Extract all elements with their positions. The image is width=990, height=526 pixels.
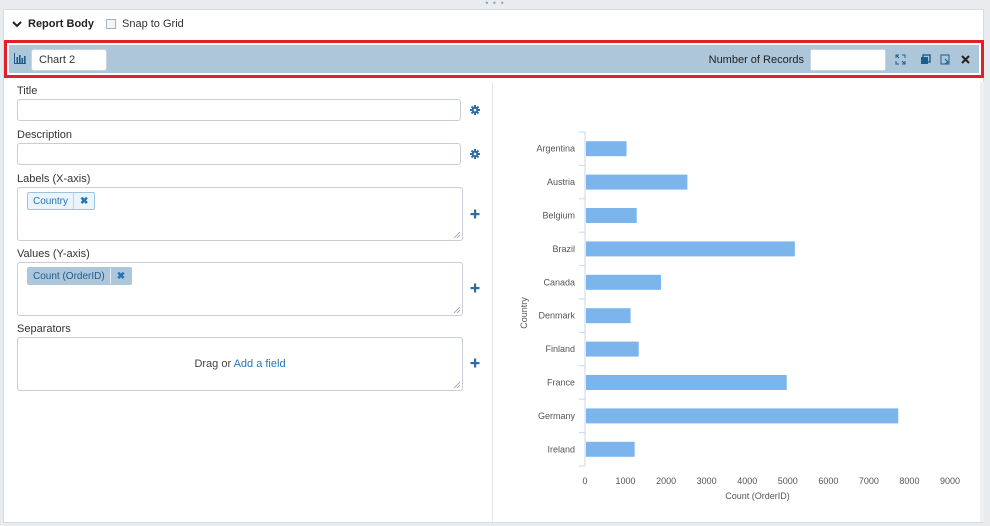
chart-preview: Argentina Austria Belgium Brazil Canada Denma… bbox=[501, 130, 979, 510]
separators-dropzone[interactable]: Drag or Add a field bbox=[17, 337, 463, 391]
resize-grip-icon[interactable] bbox=[453, 381, 460, 388]
chart-toolbar: Number of Records bbox=[4, 40, 984, 78]
drag-hint-text: Drag or bbox=[194, 358, 232, 370]
y-tick-label: Brazil bbox=[552, 244, 575, 254]
plus-icon[interactable] bbox=[470, 358, 480, 368]
bar-chart: Argentina Austria Belgium Brazil Canada Denma… bbox=[519, 131, 960, 501]
y-tick-label: France bbox=[547, 378, 575, 388]
plus-icon[interactable] bbox=[470, 209, 480, 219]
drag-hint: Drag or Add a field bbox=[18, 358, 462, 370]
description-label: Description bbox=[17, 129, 73, 141]
chart-toolbar-bar: Number of Records bbox=[9, 45, 979, 73]
title-label: Title bbox=[17, 85, 38, 97]
description-input[interactable] bbox=[17, 143, 461, 165]
field-pill-country[interactable]: Country ✖ bbox=[27, 192, 96, 210]
bar bbox=[586, 375, 787, 390]
x-tick-label: 1000 bbox=[616, 476, 636, 486]
x-tick-label: 6000 bbox=[818, 476, 838, 486]
report-body-panel: Report Body Snap to Grid Number of Recor… bbox=[3, 9, 984, 523]
chevron-down-icon[interactable] bbox=[12, 19, 22, 29]
snap-to-grid-label[interactable]: Snap to Grid bbox=[122, 18, 184, 30]
field-pill-label: Country bbox=[33, 195, 69, 207]
number-of-records-label: Number of Records bbox=[708, 54, 804, 66]
plus-icon[interactable] bbox=[470, 283, 480, 293]
bar bbox=[586, 274, 662, 290]
x-tick-label: 4000 bbox=[737, 476, 757, 486]
x-axis-title: Count (OrderID) bbox=[725, 491, 790, 501]
snap-to-grid-checkbox[interactable] bbox=[106, 19, 116, 29]
x-tick-label: 7000 bbox=[859, 476, 879, 486]
bar bbox=[586, 141, 627, 157]
resize-grip-icon[interactable] bbox=[453, 231, 460, 238]
remove-icon[interactable]: ✖ bbox=[73, 193, 94, 209]
y-tick-label: Denmark bbox=[538, 311, 575, 321]
export-icon[interactable] bbox=[940, 54, 951, 65]
close-icon[interactable] bbox=[960, 54, 971, 65]
bar bbox=[586, 174, 688, 190]
resize-handle[interactable]: • • • bbox=[0, 0, 990, 9]
x-tick-label: 9000 bbox=[940, 476, 960, 486]
y-tick-label: Ireland bbox=[547, 444, 575, 454]
x-tick-label: 5000 bbox=[778, 476, 798, 486]
labels-xaxis-dropzone[interactable]: Country ✖ bbox=[17, 187, 463, 241]
bar-chart-icon[interactable] bbox=[14, 53, 26, 64]
separators-label: Separators bbox=[17, 323, 71, 335]
y-tick-label: Argentina bbox=[536, 144, 575, 154]
labels-xaxis-label: Labels (X-axis) bbox=[17, 173, 91, 185]
x-tick-label: 2000 bbox=[656, 476, 676, 486]
report-header: Report Body Snap to Grid bbox=[12, 16, 184, 32]
y-axis-title: Country bbox=[519, 297, 529, 329]
values-yaxis-label: Values (Y-axis) bbox=[17, 248, 90, 260]
report-title[interactable]: Report Body bbox=[28, 18, 94, 30]
x-tick-label: 8000 bbox=[899, 476, 919, 486]
field-pill-count-orderid[interactable]: Count (OrderID) ✖ bbox=[27, 267, 133, 285]
pane-divider[interactable] bbox=[492, 82, 493, 522]
gear-icon[interactable] bbox=[470, 149, 480, 159]
title-input[interactable] bbox=[17, 99, 461, 121]
x-tick-label: 0 bbox=[582, 476, 587, 486]
y-tick-label: Germany bbox=[538, 411, 576, 421]
bar bbox=[586, 208, 637, 223]
bar bbox=[586, 341, 639, 357]
y-tick-label: Finland bbox=[545, 344, 575, 354]
bar bbox=[586, 441, 635, 457]
x-tick-label: 3000 bbox=[697, 476, 717, 486]
remove-icon[interactable]: ✖ bbox=[109, 268, 131, 284]
y-tick-label: Austria bbox=[547, 177, 575, 187]
copy-icon[interactable] bbox=[920, 54, 931, 65]
field-pill-label: Count (OrderID) bbox=[33, 270, 105, 282]
chart-name-input[interactable] bbox=[31, 49, 107, 71]
scrollbar[interactable] bbox=[980, 82, 984, 522]
bar bbox=[586, 408, 899, 424]
values-yaxis-dropzone[interactable]: Count (OrderID) ✖ bbox=[17, 262, 463, 316]
y-tick-label: Belgium bbox=[542, 211, 575, 221]
bar bbox=[586, 241, 795, 257]
gear-icon[interactable] bbox=[470, 105, 480, 115]
resize-grip-icon[interactable] bbox=[453, 306, 460, 313]
bar bbox=[586, 308, 631, 324]
expand-icon[interactable] bbox=[895, 54, 906, 65]
add-field-link[interactable]: Add a field bbox=[234, 358, 286, 370]
y-tick-label: Canada bbox=[543, 277, 575, 287]
number-of-records-input[interactable] bbox=[810, 49, 886, 71]
chart-config-pane: Title Description Labels (X-axis) Countr… bbox=[4, 82, 492, 522]
